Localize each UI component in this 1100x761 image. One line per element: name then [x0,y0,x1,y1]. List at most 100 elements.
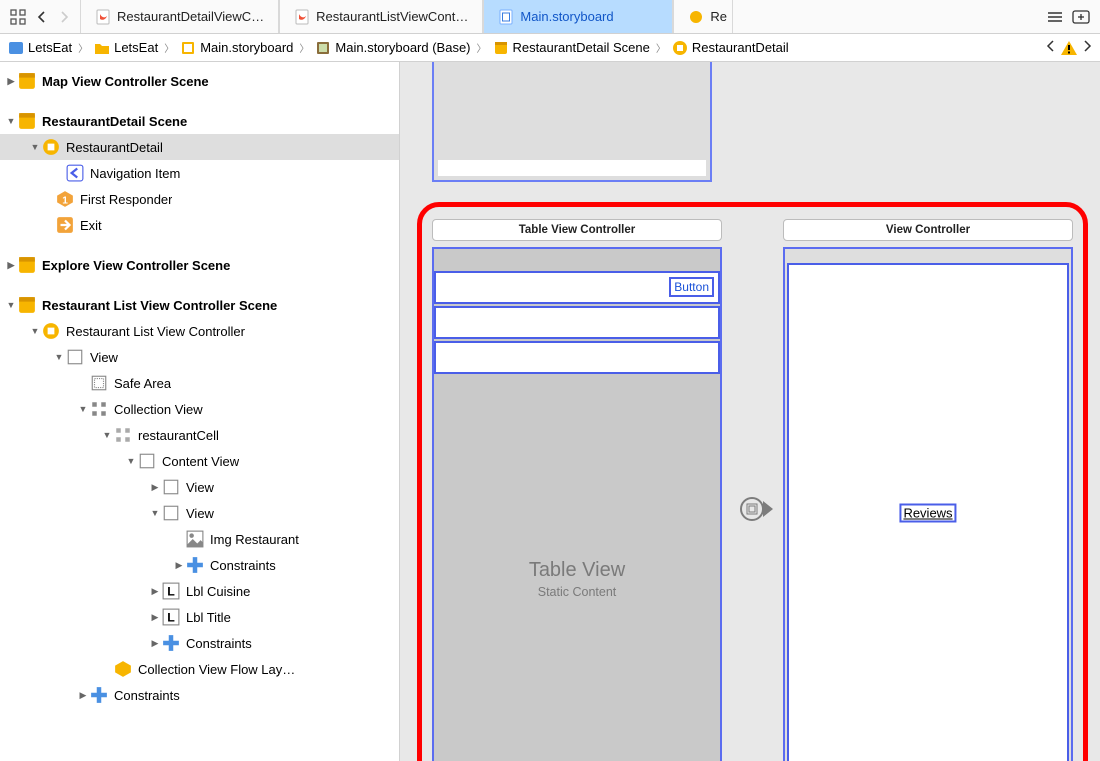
exit-node[interactable]: ▶ Exit [0,212,399,238]
table-view-controller-frame[interactable]: Table View Controller Button Table View … [432,219,722,761]
content-view-node[interactable]: ▼ Content View [0,448,399,474]
label-icon: L [162,582,180,600]
crumb-project[interactable]: LetsEat [8,40,72,56]
disclosure-icon[interactable]: ▼ [124,456,138,466]
node-label: Constraints [114,688,180,703]
crumb-base[interactable]: Main.storyboard (Base) [315,40,470,56]
constraints-node-c[interactable]: ▶ Constraints [0,682,399,708]
disclosure-icon[interactable]: ▼ [100,430,114,440]
first-responder-icon: 1 [56,190,74,208]
safe-area-node[interactable]: Safe Area [0,370,399,396]
reviews-label[interactable]: Reviews [899,504,956,523]
node-label: Navigation Item [90,166,180,181]
vc-title-bar[interactable]: Table View Controller [432,219,722,241]
adjust-editor-icon[interactable] [1046,10,1064,24]
issue-next-icon[interactable] [1082,40,1092,55]
tab-restaurant-list-vc[interactable]: RestaurantListViewCont… [279,0,483,33]
node-label: Collection View [114,402,203,417]
table-cell[interactable]: Button [434,271,720,304]
crumb-label: Main.storyboard (Base) [335,40,470,55]
viewcontroller-icon [42,138,60,156]
constraints-node-a[interactable]: ▶ Constraints [0,552,399,578]
crumb-label: RestaurantDetail Scene [513,40,650,55]
tab-restaurant-detail-vc[interactable]: RestaurantDetailViewC… [80,0,279,33]
partial-vc-above[interactable] [432,62,712,182]
scene-icon [18,72,36,90]
disclosure-icon[interactable]: ▶ [4,76,18,87]
nav-item-node[interactable]: Navigation Item [0,160,399,186]
storyboard-icon [180,40,196,56]
collection-view-node[interactable]: ▼ Collection View [0,396,399,422]
disclosure-icon[interactable]: ▶ [76,690,90,701]
node-label: Safe Area [114,376,171,391]
node-label: Constraints [210,558,276,573]
warning-icon[interactable] [1060,40,1078,56]
disclosure-icon[interactable]: ▶ [148,586,162,597]
disclosure-icon[interactable]: ▼ [76,404,90,414]
vc-title-bar[interactable]: View Controller [783,219,1073,241]
tab-label: Re [710,9,727,24]
cell-button[interactable]: Button [669,277,714,297]
disclosure-icon[interactable]: ▼ [4,116,18,126]
nav-back-icon[interactable] [36,10,48,24]
first-responder-node[interactable]: ▶ 1 First Responder [0,186,399,212]
segue-arrow[interactable] [740,497,776,521]
scene-node-map[interactable]: ▶ Map View Controller Scene [0,68,399,94]
crumb-label: Main.storyboard [200,40,293,55]
flow-layout-node[interactable]: Collection View Flow Lay… [0,656,399,682]
img-node[interactable]: Img Restaurant [0,526,399,552]
disclosure-icon[interactable]: ▼ [28,326,42,336]
view-controller-frame[interactable]: View Controller Reviews [783,219,1073,761]
vc-node-list[interactable]: ▼ Restaurant List View Controller [0,318,399,344]
issue-prev-icon[interactable] [1046,40,1056,55]
table-cell[interactable] [434,306,720,339]
disclosure-icon[interactable]: ▼ [52,352,66,362]
table-cell[interactable] [434,341,720,374]
disclosure-icon[interactable]: ▶ [148,612,162,623]
scene-icon [18,296,36,314]
scene-icon [18,112,36,130]
related-items-icon[interactable] [10,9,26,25]
crumb-folder[interactable]: LetsEat [94,40,158,56]
imageview-icon [186,530,204,548]
disclosure-icon[interactable]: ▼ [148,508,162,518]
tab-partial[interactable]: Re [673,0,733,33]
disclosure-icon[interactable]: ▼ [4,300,18,310]
node-label: Constraints [186,636,252,651]
add-editor-icon[interactable] [1072,10,1090,24]
vc-title-label: Table View Controller [519,224,636,236]
constraints-node-b[interactable]: ▶ Constraints [0,630,399,656]
disclosure-icon[interactable]: ▶ [4,260,18,271]
chevron-right-icon: 〉 [78,40,88,55]
crumb-storyboard[interactable]: Main.storyboard [180,40,293,56]
tab-label: Main.storyboard [520,9,613,24]
content-view[interactable]: Reviews [787,263,1069,761]
scene-node-explore[interactable]: ▶ Explore View Controller Scene [0,252,399,278]
node-label: restaurantCell [138,428,219,443]
lbl-title-node[interactable]: ▶ L Lbl Title [0,604,399,630]
scene-node-detail[interactable]: ▼ RestaurantDetail Scene [0,108,399,134]
disclosure-icon[interactable]: ▶ [148,638,162,649]
crumb-scene[interactable]: RestaurantDetail Scene [493,40,650,56]
ib-canvas[interactable]: Table View Controller Button Table View … [400,62,1100,761]
node-label: Lbl Cuisine [186,584,250,599]
scene-node-list[interactable]: ▼ Restaurant List View Controller Scene [0,292,399,318]
disclosure-icon[interactable]: ▶ [172,560,186,571]
cell-node[interactable]: ▼ restaurantCell [0,422,399,448]
disclosure-icon[interactable]: ▶ [148,482,162,493]
node-label: Restaurant List View Controller [66,324,245,339]
view-node[interactable]: ▼ View [0,344,399,370]
document-outline[interactable]: ▶ Map View Controller Scene ▼ Restaurant… [0,62,400,761]
exit-icon [56,216,74,234]
view-node-b[interactable]: ▼ View [0,500,399,526]
table-view[interactable]: Button Table View Static Content [432,247,722,761]
crumb-vc[interactable]: RestaurantDetail [672,40,789,56]
disclosure-icon[interactable]: ▼ [28,142,42,152]
view-node-a[interactable]: ▶ View [0,474,399,500]
svg-text:1: 1 [62,196,68,207]
vc-node-detail[interactable]: ▼ RestaurantDetail [0,134,399,160]
tab-main-storyboard[interactable]: Main.storyboard [483,0,673,33]
nav-forward-icon[interactable] [58,10,70,24]
lbl-cuisine-node[interactable]: ▶ L Lbl Cuisine [0,578,399,604]
view-controller-view[interactable]: Reviews [783,247,1073,761]
